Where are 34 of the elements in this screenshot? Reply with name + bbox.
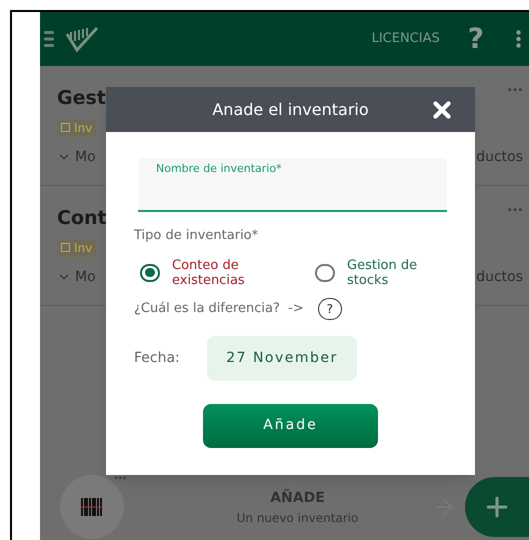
add-title: AÑADE [270,488,325,508]
help-button[interactable]: ? [468,25,484,53]
more-menu[interactable]: ... [507,200,523,214]
radio-button[interactable] [315,264,335,282]
inventory-tag: Inv [57,238,96,256]
difference-text: ¿Cuál es la diferencia? -> [134,300,304,318]
date-field[interactable]: 27 November [207,336,357,380]
inventory-tag: Inv [57,118,96,136]
inventory-name-field[interactable]: Nombre de inventario* [138,158,447,212]
type-label: Tipo de inventario* [134,227,260,245]
licenses-link[interactable]: LICENCIAS [372,29,440,49]
add-subtitle: Un nuevo inventario [236,510,358,526]
tag-icon [61,123,70,132]
radio-button[interactable] [140,264,160,282]
logo-icon [66,26,98,52]
products-label: ductos [476,268,523,286]
radio-label[interactable]: Gestion de stocks [347,258,447,288]
inventory-title: Cont [57,206,107,231]
toggle-label[interactable]: Mo [75,146,96,168]
more-menu[interactable]: ... [507,80,523,94]
radio-label[interactable]: Conteo de existencias [172,258,272,288]
products-label: ductos [476,148,523,166]
add-button[interactable] [465,477,529,537]
date-label: Fecha: [134,348,181,368]
inventory-title: Gest [57,86,106,111]
kebab-menu-icon[interactable] [516,30,521,48]
help-button[interactable]: ? [318,298,342,320]
add-button[interactable]: Añade [203,404,378,448]
field-label: Nombre de inventario* [156,161,283,177]
menu-icon[interactable] [44,31,54,47]
dialog-title: Anade el inventario [212,98,369,120]
toggle-label[interactable]: Mo [75,266,96,288]
barcode-icon [81,498,103,516]
tag-icon [61,243,70,252]
